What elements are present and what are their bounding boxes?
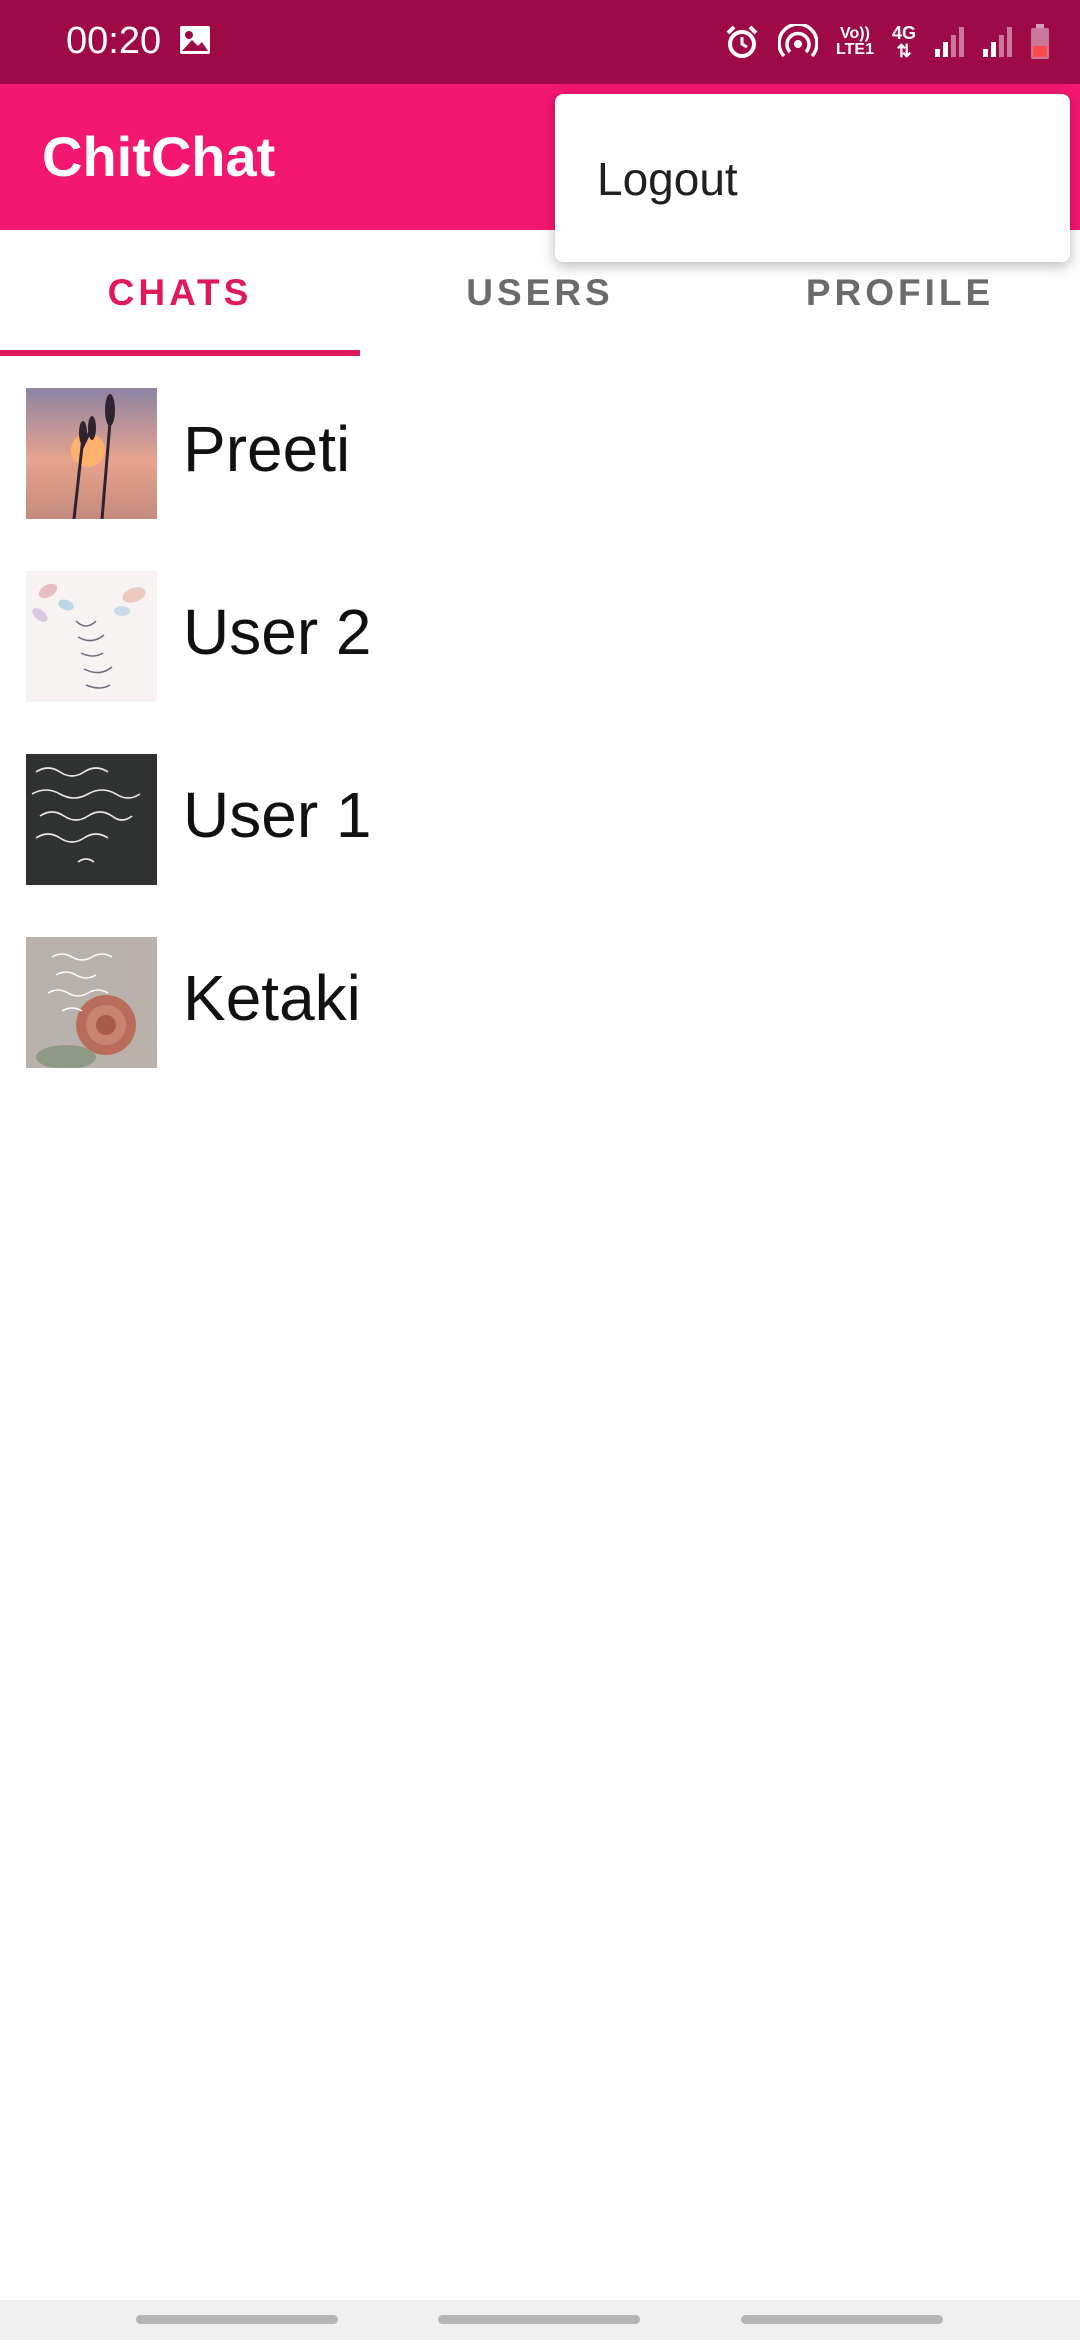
signal-icon (983, 27, 1012, 57)
tab-users-label: USERS (466, 272, 614, 313)
overflow-menu: Logout (555, 94, 1070, 262)
list-item[interactable]: Ketaki (0, 921, 1080, 1104)
hotspot-icon (778, 24, 819, 58)
tab-chats[interactable]: CHATS (0, 230, 360, 356)
navigation-bar (0, 2300, 1080, 2340)
status-time: 00:20 (66, 20, 162, 62)
chat-name: Preeti (183, 413, 351, 485)
app-title: ChitChat (42, 125, 276, 188)
avatar (26, 571, 157, 702)
gallery-icon (180, 26, 210, 54)
alarm-icon (726, 25, 758, 58)
nav-handle[interactable] (438, 2315, 640, 2324)
battery-icon (1031, 24, 1049, 59)
tab-indicator (0, 350, 360, 356)
tab-profile-label: PROFILE (805, 272, 995, 313)
avatar (26, 388, 157, 519)
chat-name: Ketaki (183, 962, 361, 1034)
avatar (26, 937, 157, 1068)
list-item[interactable]: Preeti (0, 372, 1080, 555)
chat-name: User 2 (183, 596, 372, 668)
volte-indicator: Vo)) LTE1 (836, 25, 874, 58)
status-icons: Vo)) LTE1 4G ⇅ (724, 18, 1050, 66)
status-bar: 00:20 Vo)) LTE1 4G ⇅ (0, 0, 1080, 84)
avatar (26, 754, 157, 885)
chat-list: Preeti User 2 User 1 Ketaki (0, 372, 1080, 1104)
nav-handle[interactable] (136, 2315, 338, 2324)
signal-icon (935, 27, 964, 57)
list-item[interactable]: User 1 (0, 738, 1080, 921)
chat-name: User 1 (183, 779, 372, 851)
tab-chats-label: CHATS (107, 272, 253, 313)
logout-menu-item[interactable]: Logout (597, 152, 738, 206)
list-item[interactable]: User 2 (0, 555, 1080, 738)
nav-handle[interactable] (741, 2315, 943, 2324)
network-type: 4G ⇅ (891, 23, 916, 61)
